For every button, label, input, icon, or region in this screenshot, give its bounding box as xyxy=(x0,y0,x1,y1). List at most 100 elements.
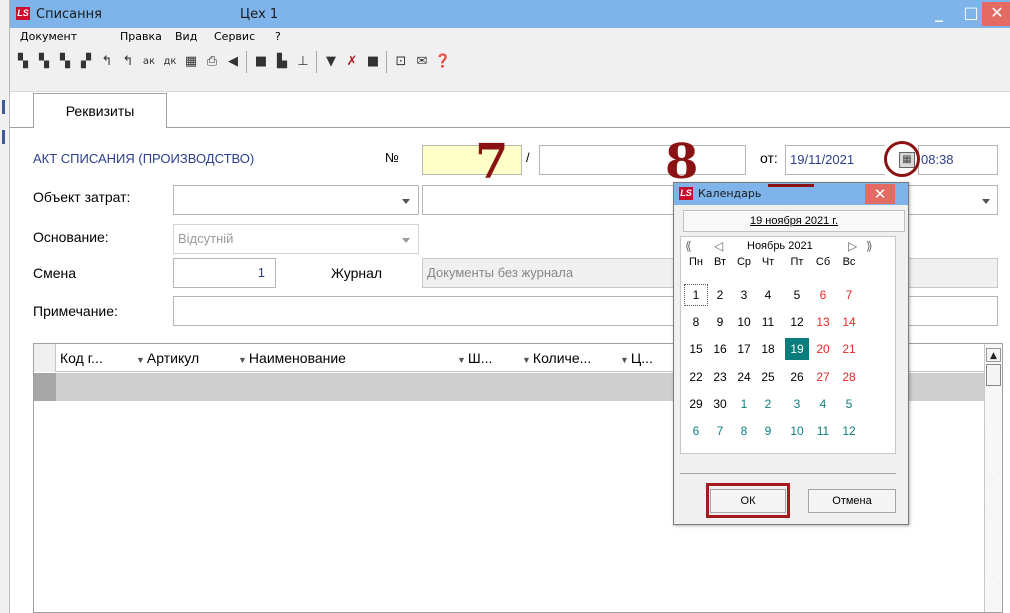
calendar-day[interactable]: 19 xyxy=(785,338,809,360)
calendar-day[interactable]: 3 xyxy=(732,284,756,306)
add-group-icon[interactable]: ▚ xyxy=(56,53,74,71)
cost-object-select[interactable] xyxy=(173,185,419,215)
document-suffix-field[interactable] xyxy=(539,145,746,175)
chevron-down-icon[interactable] xyxy=(402,199,410,204)
scroll-up-icon[interactable]: ▲ xyxy=(986,348,1001,362)
calendar-day[interactable]: 4 xyxy=(756,284,780,306)
minimize-button[interactable]: _ xyxy=(924,2,954,26)
close-button[interactable]: ✕ xyxy=(982,2,1010,26)
tab-requisites[interactable]: Реквизиты xyxy=(33,93,167,128)
filter-icon[interactable]: ▼ xyxy=(322,53,340,71)
edit-icon[interactable]: ▞ xyxy=(77,53,95,71)
basis-select[interactable]: Відсутній xyxy=(173,224,419,254)
refresh-icon[interactable]: ↰ xyxy=(98,53,116,71)
calendar-day[interactable]: 4 xyxy=(811,393,835,415)
calendar-day[interactable]: 3 xyxy=(785,393,809,415)
menu-view[interactable]: Вид xyxy=(175,30,197,43)
calendar-day[interactable]: 6 xyxy=(811,284,835,306)
calendar-day[interactable]: 5 xyxy=(785,284,809,306)
sort-desc-icon[interactable]: дк xyxy=(161,53,179,71)
calendar-day[interactable]: 24 xyxy=(732,366,756,388)
calendar-day[interactable]: 10 xyxy=(732,311,756,333)
calendar-day[interactable]: 2 xyxy=(708,284,732,306)
copy-icon[interactable]: ▙ xyxy=(273,53,291,71)
menu-edit[interactable]: Правка xyxy=(120,30,162,43)
today-link[interactable]: 19 ноября 2021 г. xyxy=(683,210,905,232)
mail-icon[interactable]: ✉ xyxy=(413,53,431,71)
refresh-all-icon[interactable]: ↰ xyxy=(119,53,137,71)
next-month-icon[interactable]: ▷ xyxy=(848,239,857,253)
menu-document[interactable]: Документ xyxy=(20,30,77,43)
calendar-day[interactable]: 11 xyxy=(756,311,780,333)
calendar-close-button[interactable]: ✕ xyxy=(865,184,895,204)
note-field[interactable] xyxy=(173,296,674,326)
note-field-extra[interactable] xyxy=(908,296,998,326)
calendar-day[interactable]: 10 xyxy=(785,420,809,442)
calendar-day[interactable]: 27 xyxy=(811,366,835,388)
chevron-down-icon[interactable] xyxy=(402,238,410,243)
calc-icon[interactable]: ▦ xyxy=(182,53,200,71)
menu-bar: Документ Правка Вид Сервис ? xyxy=(10,28,1010,46)
column-barcode[interactable]: ▼ Ш... xyxy=(457,344,527,372)
calendar-day[interactable]: 1 xyxy=(684,284,708,306)
calendar-day[interactable]: 9 xyxy=(708,311,732,333)
menu-service[interactable]: Сервис xyxy=(214,30,255,43)
window-title-bar[interactable]: LS Списання Цех 1 _ □ ✕ xyxy=(10,0,1010,28)
calendar-day[interactable]: 22 xyxy=(684,366,708,388)
next-year-icon[interactable]: ⟫ xyxy=(866,239,873,253)
table-icon[interactable]: ■ xyxy=(364,53,382,71)
calendar-day[interactable]: 5 xyxy=(837,393,861,415)
calendar-day[interactable]: 20 xyxy=(811,338,835,360)
tree-icon[interactable]: ⊥ xyxy=(294,53,312,71)
calendar-day[interactable]: 14 xyxy=(837,311,861,333)
calendar-day[interactable]: 21 xyxy=(837,338,861,360)
calendar-day[interactable]: 23 xyxy=(708,366,732,388)
calendar-day[interactable]: 6 xyxy=(684,420,708,442)
previous-year-icon[interactable]: ⟪ xyxy=(685,239,692,253)
calendar-day[interactable]: 26 xyxy=(785,366,809,388)
clear-filter-icon[interactable]: ✗ xyxy=(343,53,361,71)
sort-asc-icon[interactable]: ак xyxy=(140,53,158,71)
scroll-thumb[interactable] xyxy=(986,364,1001,386)
calendar-day[interactable]: 13 xyxy=(811,311,835,333)
previous-icon[interactable]: ◀ xyxy=(224,53,242,71)
chevron-down-icon[interactable] xyxy=(982,199,990,204)
date-field[interactable]: 19/11/2021 xyxy=(785,145,885,175)
calendar-day[interactable]: 12 xyxy=(785,311,809,333)
add-copy-icon[interactable]: ▚ xyxy=(35,53,53,71)
calendar-day[interactable]: 2 xyxy=(756,393,780,415)
calendar-day[interactable]: 15 xyxy=(684,338,708,360)
calendar-day[interactable]: 30 xyxy=(708,393,732,415)
shift-field[interactable]: 1 xyxy=(173,258,276,288)
time-field[interactable]: 08:38 xyxy=(918,145,998,175)
save-icon[interactable]: ■ xyxy=(252,53,270,71)
calendar-day[interactable]: 28 xyxy=(837,366,861,388)
calendar-day[interactable]: 12 xyxy=(837,420,861,442)
calendar-day[interactable]: 8 xyxy=(732,420,756,442)
column-quantity[interactable]: ▼ Количе... xyxy=(522,344,622,372)
calendar-day[interactable]: 17 xyxy=(732,338,756,360)
preview-icon[interactable]: ⊡ xyxy=(392,53,410,71)
previous-month-icon[interactable]: ◁ xyxy=(714,239,723,253)
calendar-day[interactable]: 8 xyxy=(684,311,708,333)
calendar-day[interactable]: 9 xyxy=(756,420,780,442)
calendar-day[interactable]: 1 xyxy=(732,393,756,415)
menu-help[interactable]: ? xyxy=(275,30,281,43)
calendar-day[interactable]: 29 xyxy=(684,393,708,415)
column-name[interactable]: ▼ Наименование xyxy=(238,344,458,372)
cancel-button[interactable]: Отмена xyxy=(808,489,896,513)
vertical-scrollbar[interactable]: ▲ xyxy=(984,344,1002,612)
print-icon[interactable]: ⎙ xyxy=(203,53,221,71)
calendar-day[interactable]: 7 xyxy=(708,420,732,442)
calendar-day[interactable]: 11 xyxy=(811,420,835,442)
column-article[interactable]: ▼ Артикул xyxy=(136,344,236,372)
calendar-day[interactable]: 18 xyxy=(756,338,780,360)
calendar-day[interactable]: 25 xyxy=(756,366,780,388)
select-all-cell[interactable] xyxy=(34,344,56,372)
add-icon[interactable]: ▚ xyxy=(14,53,32,71)
column-price[interactable]: ▼ Ц... xyxy=(620,344,680,372)
calendar-day[interactable]: 16 xyxy=(708,338,732,360)
calendar-day[interactable]: 7 xyxy=(837,284,861,306)
cost-object-name-field[interactable] xyxy=(422,185,674,215)
help-icon[interactable]: ❓ xyxy=(434,53,452,71)
